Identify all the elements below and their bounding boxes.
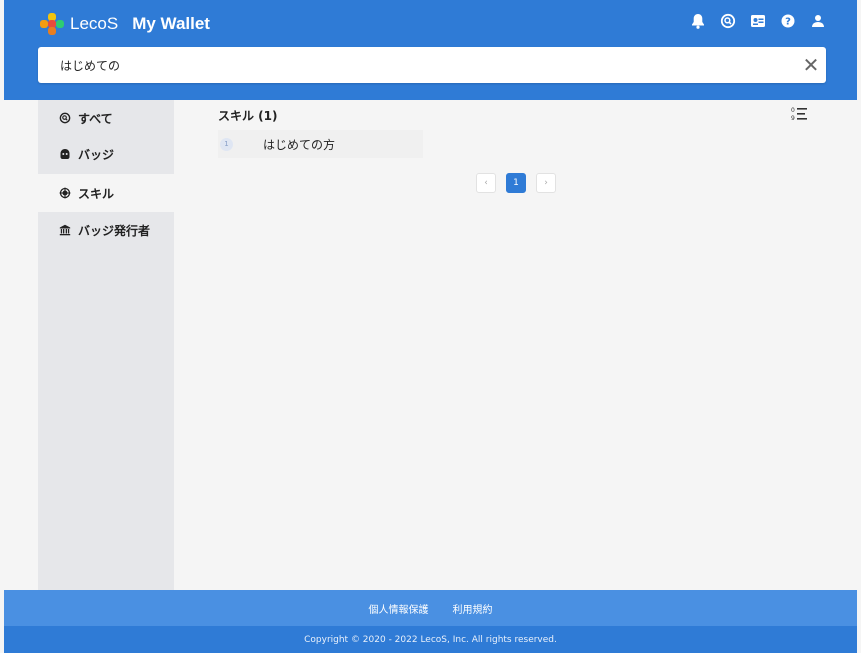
search-input[interactable] <box>58 57 796 73</box>
main-content: スキル (1) 0 9 1 はじめての方 ‹ 1 › <box>174 100 857 590</box>
skill-icon <box>58 187 72 199</box>
page-button-current[interactable]: 1 <box>506 173 526 193</box>
header-actions: ? <box>689 12 827 30</box>
prev-page-button[interactable]: ‹ <box>476 173 496 193</box>
privacy-link[interactable]: 個人情報保護 <box>369 601 429 616</box>
clear-search-icon[interactable]: ✕ <box>796 53 826 77</box>
search-circle-icon[interactable] <box>719 12 737 30</box>
header-bar: LecoS My Wallet ? ✕ <box>4 0 857 100</box>
skill-name: はじめての方 <box>263 137 336 152</box>
bell-icon[interactable] <box>689 12 707 30</box>
sidebar-item-badges[interactable]: バッジ <box>38 136 174 172</box>
terms-link[interactable]: 利用規約 <box>453 601 493 616</box>
svg-text:?: ? <box>785 17 791 28</box>
sort-numeric-icon[interactable]: 0 9 <box>790 106 808 124</box>
sidebar-item-label: バッジ発行者 <box>78 223 151 238</box>
user-icon[interactable] <box>809 12 827 30</box>
section-title: スキル (1) <box>218 109 278 123</box>
card-icon[interactable] <box>749 12 767 30</box>
footer-links: 個人情報保護 利用規約 <box>4 590 857 626</box>
svg-text:9: 9 <box>791 115 795 122</box>
sidebar: すべて バッジ スキル バッジ発行者 <box>38 100 174 590</box>
institution-icon <box>58 224 72 236</box>
footer-copyright: Copyright © 2020 - 2022 LecoS, Inc. All … <box>4 626 857 653</box>
lecos-logo-icon <box>40 13 64 35</box>
pagination: ‹ 1 › <box>476 173 556 193</box>
badge-icon <box>58 148 72 160</box>
sidebar-item-all[interactable]: すべて <box>38 100 174 136</box>
sidebar-item-label: スキル <box>78 186 115 201</box>
brand[interactable]: LecoS My Wallet <box>40 12 210 36</box>
brand-name: LecoS <box>70 14 119 33</box>
sidebar-item-skills[interactable]: スキル <box>38 174 174 212</box>
search-bar: ✕ <box>38 47 826 83</box>
item-number-badge: 1 <box>220 137 233 151</box>
svg-text:0: 0 <box>791 107 795 114</box>
app-title: My Wallet <box>132 14 210 33</box>
next-page-button[interactable]: › <box>536 173 556 193</box>
help-icon[interactable]: ? <box>779 12 797 30</box>
list-item[interactable]: 1 はじめての方 <box>218 130 423 158</box>
sidebar-item-label: バッジ <box>78 147 115 162</box>
sidebar-item-label: すべて <box>78 111 113 126</box>
search-circle-icon <box>58 112 72 124</box>
sidebar-item-badge-issuers[interactable]: バッジ発行者 <box>38 212 174 248</box>
